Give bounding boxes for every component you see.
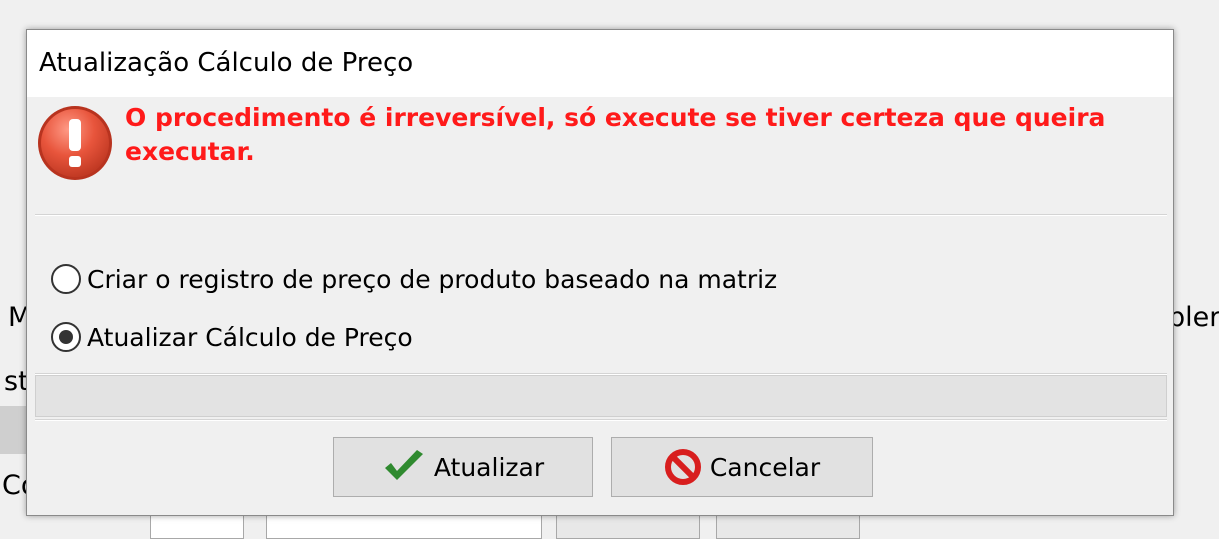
- cancel-button[interactable]: Cancelar: [611, 437, 873, 497]
- background-field: [266, 513, 542, 539]
- progress-area: [35, 375, 1167, 417]
- cancel-button-label: Cancelar: [709, 452, 821, 482]
- radio-button-selected[interactable]: [51, 322, 81, 352]
- option-label[interactable]: Atualizar Cálculo de Preço: [87, 323, 413, 352]
- warning-text: O procedimento é irreversível, só execut…: [125, 103, 1106, 166]
- warning-message: O procedimento é irreversível, só execut…: [27, 97, 1173, 215]
- background-label-fragment: st: [4, 366, 29, 397]
- checkmark-icon: [384, 450, 423, 480]
- option-create-price-record[interactable]: Criar o registro de preço de produto bas…: [51, 259, 777, 299]
- option-label[interactable]: Criar o registro de preço de produto bas…: [87, 265, 777, 294]
- divider: [35, 214, 1167, 216]
- prohibited-icon: [664, 449, 701, 485]
- background-field: [556, 513, 700, 539]
- background-field: [716, 513, 860, 539]
- background-tab-fragment: pler: [1168, 302, 1219, 333]
- dialog-titlebar[interactable]: Atualização Cálculo de Preço: [27, 30, 1173, 97]
- price-update-dialog: Atualização Cálculo de Preço O procedime…: [26, 29, 1174, 516]
- dialog-title: Atualização Cálculo de Preço: [39, 48, 414, 78]
- exclamation-icon: [38, 106, 112, 180]
- divider: [35, 419, 1167, 421]
- radio-button[interactable]: [51, 264, 81, 294]
- update-button[interactable]: Atualizar: [333, 437, 593, 497]
- background-field: [150, 513, 244, 539]
- update-button-label: Atualizar: [433, 452, 545, 482]
- option-update-price-calculation[interactable]: Atualizar Cálculo de Preço: [51, 317, 413, 357]
